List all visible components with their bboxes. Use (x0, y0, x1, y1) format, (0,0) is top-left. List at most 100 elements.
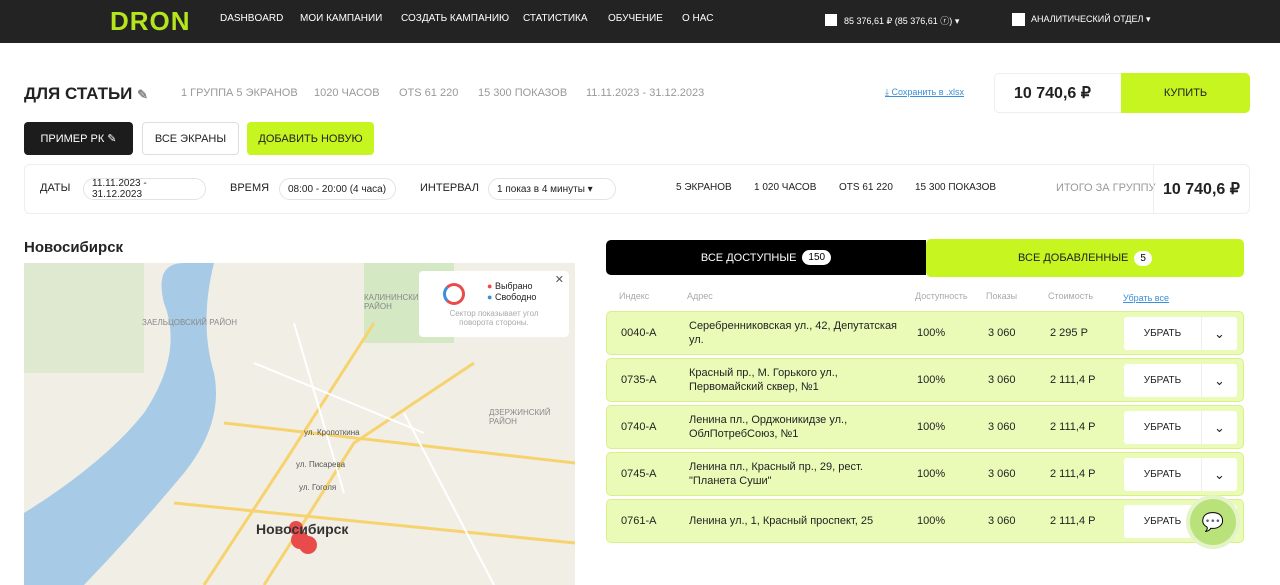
map-legend: ● Выбрано ● Свободно Сектор показывает у… (419, 271, 569, 337)
stat-dates: 11.11.2023 - 31.12.2023 (586, 87, 705, 99)
col-index: Индекс (619, 291, 650, 301)
row-cost: 2 111,4 Р (1050, 515, 1096, 527)
added-count-badge: 5 (1134, 250, 1152, 266)
legend-selected: Выбрано (494, 281, 533, 291)
park-area (24, 263, 144, 373)
balance: 85 376,61 ₽ (85 376,61 ⓡ) (844, 16, 953, 26)
row-shows: 3 060 (988, 374, 1016, 386)
row-cost: 2 111,4 Р (1050, 374, 1096, 386)
table-row: 0040-А Серебренниковская ул., 42, Депута… (606, 311, 1244, 355)
remove-all-link[interactable]: Убрать все (1123, 293, 1169, 303)
row-availability: 100% (917, 374, 946, 386)
table-row: 0735-А Красный пр., М. Горького ул., Пер… (606, 358, 1244, 402)
logo[interactable]: DRON (110, 6, 191, 37)
dates-input[interactable]: 11.11.2023 - 31.12.2023 (83, 178, 206, 200)
interval-select[interactable]: 1 показ в 4 минуты ▾ (488, 178, 616, 200)
all-screens-button[interactable]: ВСЕ ЭКРАНЫ (142, 122, 239, 155)
row-address: Красный пр., М. Горького ул., Первомайск… (689, 367, 838, 393)
nav-dashboard[interactable]: DASHBOARD (220, 13, 283, 24)
col-cost: Стоимость (1048, 291, 1094, 301)
selected-dot: ● (487, 281, 493, 291)
group-tab-example[interactable]: ПРИМЕР РК ✎ (24, 122, 133, 155)
available-count-badge: 150 (802, 250, 832, 265)
row-cost: 2 111,4 Р (1050, 468, 1096, 480)
map[interactable]: ЗАЕЛЬЦОВСКИЙ РАЙОН КАЛИНИНСКИЙ РАЙОН ДЗЕ… (24, 263, 575, 585)
edit-icon[interactable]: ✎ (137, 87, 148, 102)
buy-button[interactable]: КУПИТЬ (1121, 73, 1250, 113)
chevron-down-icon[interactable]: ⌄ (1202, 458, 1237, 491)
legend-note: Сектор показывает угол поворота стороны. (449, 309, 539, 327)
chevron-down-icon[interactable]: ⌄ (1202, 317, 1237, 350)
time-input[interactable]: 08:00 - 20:00 (4 часа) (279, 178, 396, 200)
chevron-down-icon[interactable]: ⌄ (1202, 411, 1237, 444)
user-dropdown[interactable]: АНАЛИТИЧЕСКИЙ ОТДЕЛ ▾ (1031, 14, 1150, 25)
remove-button[interactable]: УБРАТЬ (1124, 458, 1202, 491)
filter-ots: OTS 61 220 (839, 182, 893, 193)
nav-about[interactable]: О НАС (682, 13, 713, 24)
col-address: Адрес (687, 291, 713, 301)
chevron-down-icon[interactable]: ⌄ (1202, 364, 1237, 397)
row-address: Ленина пл., Орджоникидзе ул., ОблПотребС… (689, 414, 848, 440)
nav-create-campaign[interactable]: СОЗДАТЬ КАМПАНИЮ (401, 13, 509, 24)
close-icon[interactable]: ✕ (555, 273, 564, 286)
stat-groups: 1 ГРУППА 5 ЭКРАНОВ (181, 87, 298, 99)
tab-all-added[interactable]: ВСЕ ДОБАВЛЕННЫЕ 5 (926, 239, 1244, 277)
row-address: Серебренниковская ул., 42, Депутатская у… (689, 320, 898, 346)
row-index: 0040-А (621, 327, 657, 339)
table-row: 0745-А Ленина пл., Красный пр., 29, рест… (606, 452, 1244, 496)
row-cost: 2 295 Р (1050, 327, 1088, 339)
row-index: 0745-А (621, 468, 657, 480)
add-new-button[interactable]: ДОБАВИТЬ НОВУЮ (247, 122, 374, 155)
download-icon: ⤓ (885, 87, 889, 97)
tab-all-available[interactable]: ВСЕ ДОСТУПНЫЕ 150 (606, 240, 926, 275)
map-label: ЗАЕЛЬЦОВСКИЙ РАЙОН (142, 318, 238, 327)
col-availability: Доступность (915, 291, 968, 301)
map-city-title: Новосибирск (24, 239, 124, 256)
row-index: 0740-А (621, 421, 657, 433)
row-shows: 3 060 (988, 515, 1016, 527)
map-label: ул. Гоголя (299, 483, 337, 492)
filter-hours: 1 020 ЧАСОВ (754, 182, 817, 193)
row-cost: 2 111,4 Р (1050, 421, 1096, 433)
row-availability: 100% (917, 421, 946, 433)
row-availability: 100% (917, 468, 946, 480)
campaign-title: ДЛЯ СТАТЬИ ✎ (24, 84, 149, 103)
total-group-value: 10 740,6 ₽ (1153, 164, 1250, 214)
top-nav: DRON DASHBOARD МОИ КАМПАНИИ СОЗДАТЬ КАМП… (0, 0, 1280, 43)
nav-learning[interactable]: ОБУЧЕНИЕ (608, 13, 663, 24)
table-row: 0761-А Ленина ул., 1, Красный проспект, … (606, 499, 1244, 543)
row-address: Ленина пл., Красный пр., 29, рест. "План… (689, 461, 863, 487)
total-price: 10 740,6 ₽ (994, 73, 1122, 113)
user-icon (1012, 13, 1025, 26)
stat-ots: OTS 61 220 (399, 87, 459, 99)
legend-free: Свободно (494, 292, 537, 302)
row-shows: 3 060 (988, 421, 1016, 433)
dates-label: ДАТЫ (40, 182, 71, 194)
balance-dropdown[interactable]: 85 376,61 ₽ (85 376,61 ⓡ) ▾ (844, 14, 959, 27)
save-xlsx-link[interactable]: ⤓ Сохранить в .xlsx (885, 87, 964, 98)
filter-screens: 5 ЭКРАНОВ (676, 182, 732, 193)
nav-statistics[interactable]: СТАТИСТИКА (523, 13, 588, 24)
map-label: ул. Кропоткина (304, 428, 360, 437)
remove-button[interactable]: УБРАТЬ (1124, 317, 1202, 350)
map-label: ул. Писарева (296, 460, 346, 469)
row-shows: 3 060 (988, 327, 1016, 339)
stat-hours: 1020 ЧАСОВ (314, 87, 380, 99)
table-row: 0740-А Ленина пл., Орджоникидзе ул., Обл… (606, 405, 1244, 449)
map-label: КАЛИНИНСКИЙ РАЙОН (364, 293, 425, 311)
screen-marker[interactable] (299, 536, 317, 554)
row-shows: 3 060 (988, 468, 1016, 480)
remove-button[interactable]: УБРАТЬ (1124, 364, 1202, 397)
total-group-label: ИТОГО ЗА ГРУППУ (1056, 182, 1156, 194)
wallet-icon (825, 14, 837, 26)
map-label-city: Новосибирск (256, 521, 349, 537)
sector-icon (443, 283, 465, 305)
row-availability: 100% (917, 515, 946, 527)
remove-button[interactable]: УБРАТЬ (1124, 411, 1202, 444)
stat-shows: 15 300 ПОКАЗОВ (478, 87, 568, 99)
free-dot: ● (487, 292, 493, 302)
filter-shows: 15 300 ПОКАЗОВ (915, 182, 997, 193)
chat-icon[interactable]: 💬 (1190, 499, 1236, 545)
nav-my-campaigns[interactable]: МОИ КАМПАНИИ (300, 13, 382, 24)
interval-label: ИНТЕРВАЛ (420, 182, 480, 194)
